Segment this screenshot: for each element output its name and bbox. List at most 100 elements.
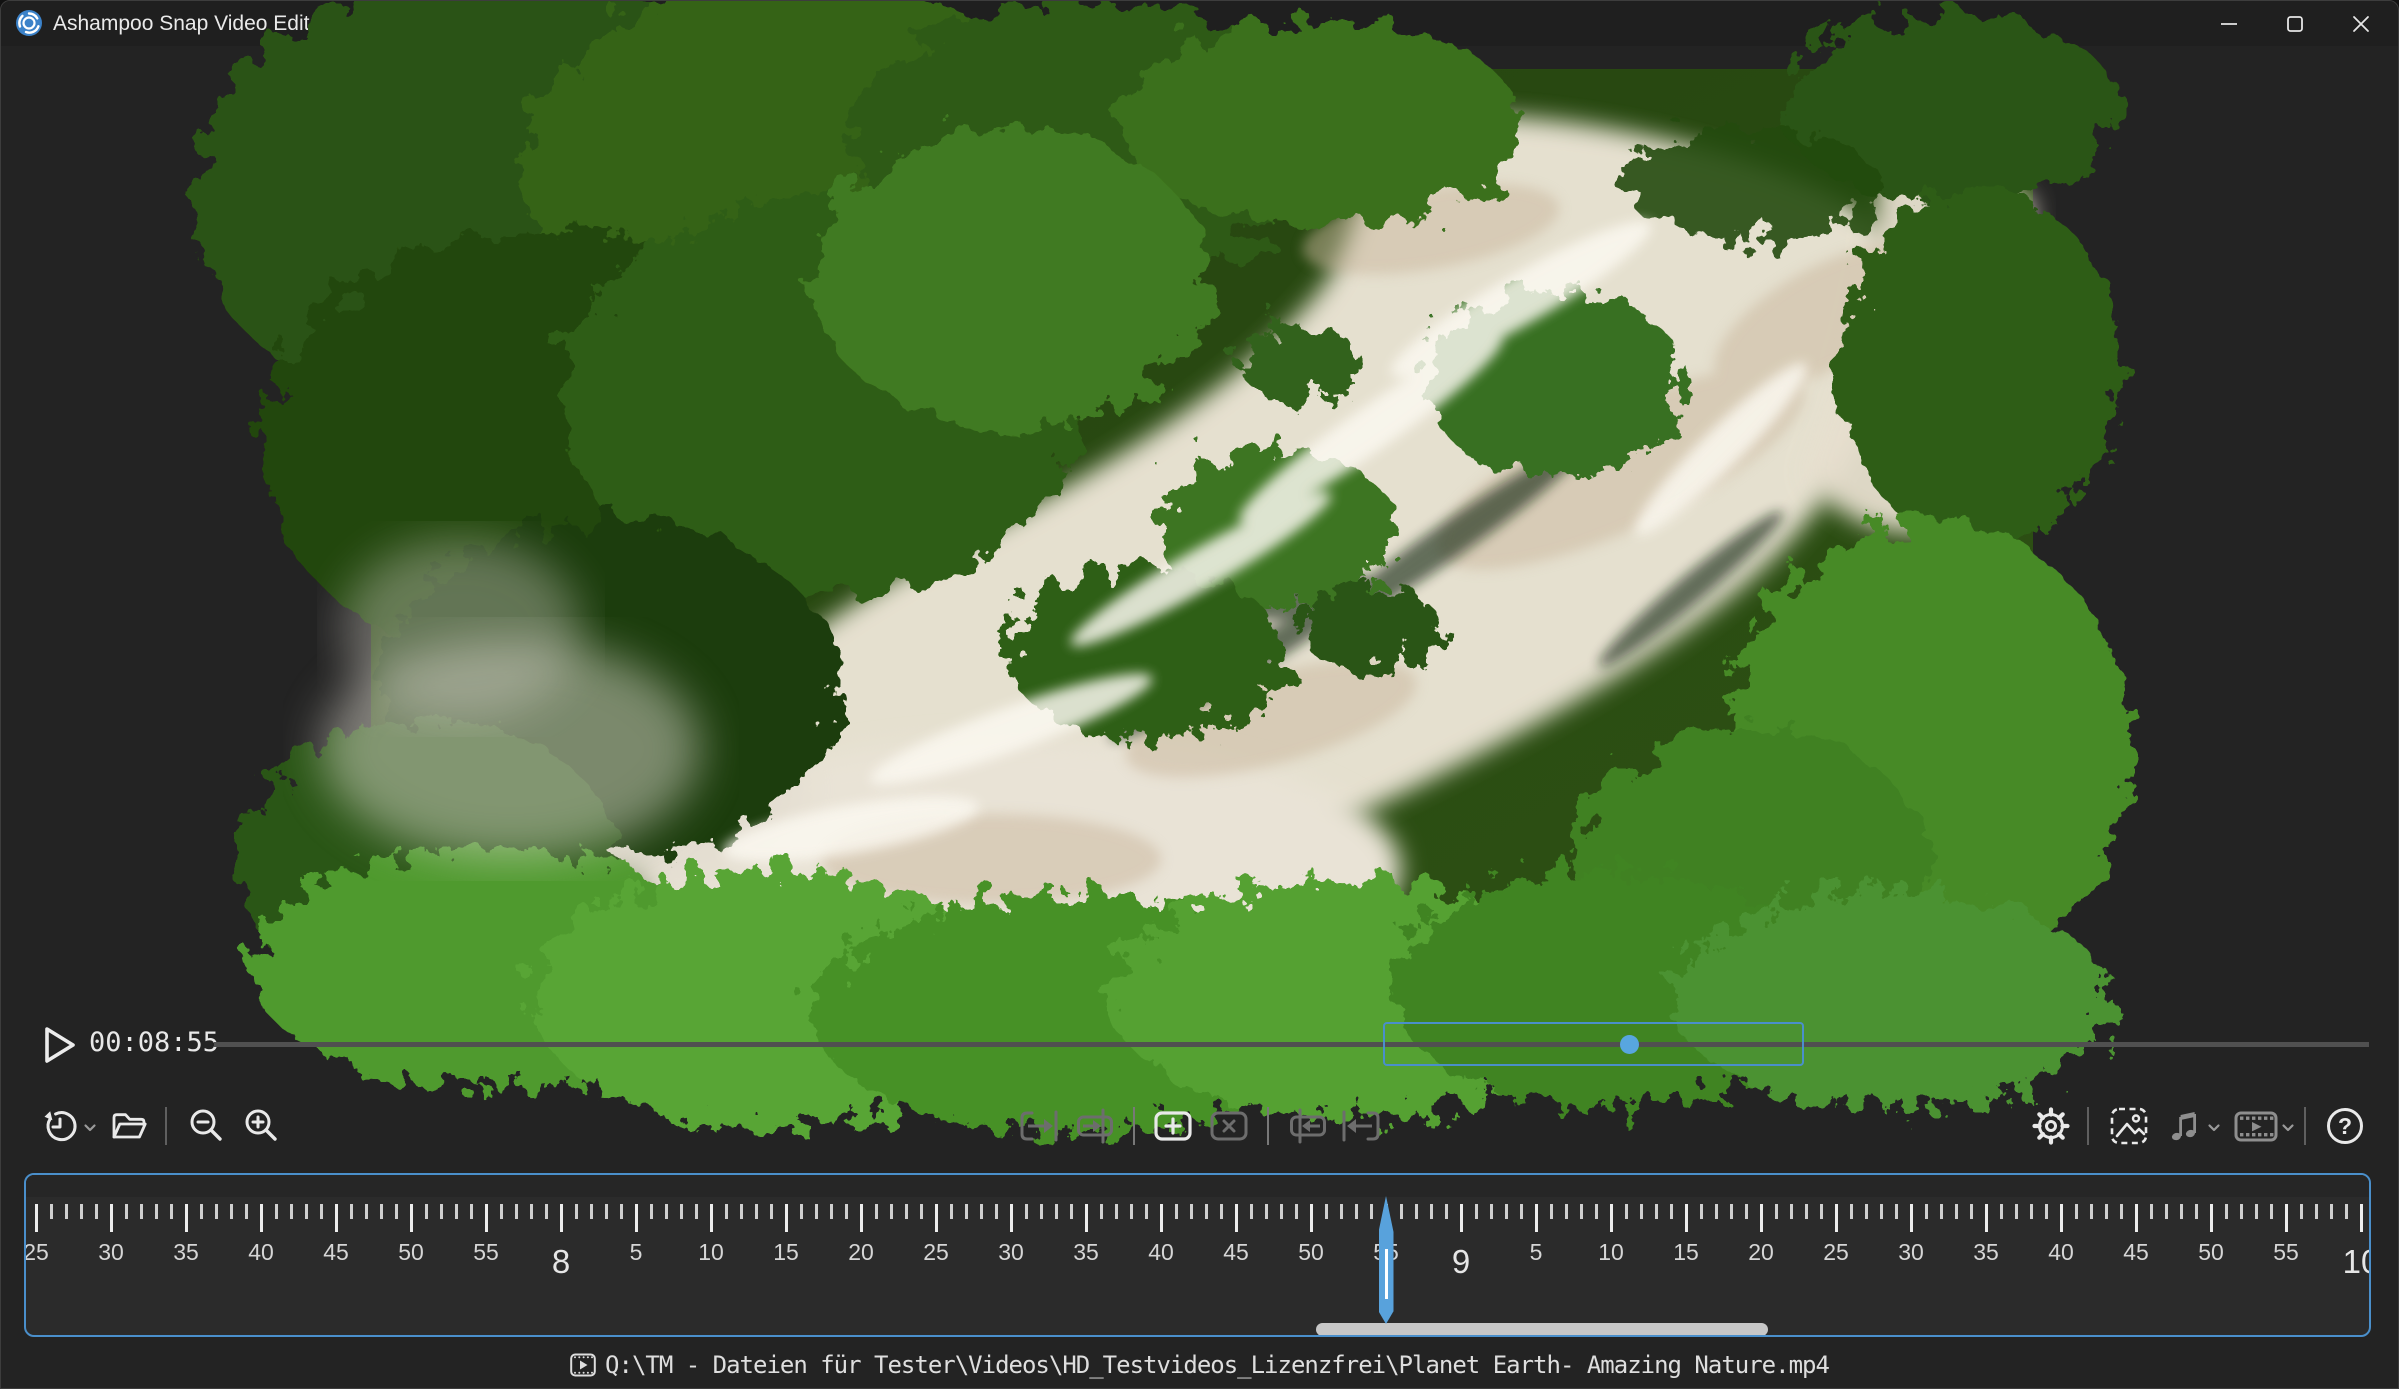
add-audio-button[interactable] bbox=[2157, 1102, 2229, 1150]
ruler-second-label: 40 bbox=[248, 1239, 274, 1266]
ruler-minute-label: 10 bbox=[2343, 1243, 2371, 1281]
ruler-tick bbox=[440, 1204, 443, 1219]
ruler-tick bbox=[1685, 1204, 1688, 1232]
ruler-tick bbox=[920, 1204, 923, 1219]
ruler-tick bbox=[890, 1204, 893, 1219]
seek-thumb[interactable] bbox=[1620, 1035, 1639, 1054]
ruler-tick bbox=[1535, 1204, 1538, 1232]
close-button[interactable] bbox=[2328, 1, 2394, 46]
ruler-tick bbox=[260, 1204, 263, 1232]
split-right-button[interactable] bbox=[1278, 1102, 1334, 1150]
ruler-tick bbox=[2150, 1204, 2153, 1219]
ruler-tick bbox=[200, 1204, 203, 1219]
ruler-tick bbox=[1640, 1204, 1643, 1219]
ruler-tick bbox=[575, 1204, 578, 1219]
folder-open-icon bbox=[108, 1105, 150, 1147]
ruler-second-label: 25 bbox=[1823, 1239, 1849, 1266]
seek-bar[interactable] bbox=[214, 1042, 2369, 1047]
ruler-tick bbox=[1130, 1204, 1133, 1219]
ruler-tick bbox=[425, 1204, 428, 1219]
file-path: Q:\TM - Dateien für Tester\Videos\HD_Tes… bbox=[605, 1351, 1829, 1379]
zoom-in-button[interactable] bbox=[237, 1102, 285, 1150]
ruler-tick bbox=[65, 1204, 68, 1219]
ruler-tick bbox=[1835, 1204, 1838, 1232]
chevron-down-icon bbox=[83, 1121, 97, 1135]
snap-start-button[interactable] bbox=[1011, 1102, 1067, 1150]
add-video-button[interactable] bbox=[2226, 1102, 2302, 1150]
ruler-tick bbox=[605, 1204, 608, 1219]
split-right-icon bbox=[1283, 1104, 1329, 1148]
ruler-tick bbox=[2330, 1204, 2333, 1219]
ruler-tick bbox=[2105, 1204, 2108, 1219]
ruler-second-label: 10 bbox=[698, 1239, 724, 1266]
ruler-tick bbox=[290, 1204, 293, 1219]
ruler-tick bbox=[2165, 1204, 2168, 1219]
split-left-button[interactable] bbox=[1069, 1102, 1125, 1150]
ruler-tick bbox=[785, 1204, 788, 1232]
ruler-second-label: 25 bbox=[923, 1239, 949, 1266]
ruler-tick bbox=[2210, 1204, 2213, 1232]
ruler-tick bbox=[740, 1204, 743, 1219]
film-video-icon bbox=[2233, 1106, 2279, 1146]
ruler-tick bbox=[395, 1204, 398, 1219]
ruler-tick bbox=[2315, 1204, 2318, 1219]
ruler-tick bbox=[380, 1204, 383, 1219]
ruler-tick bbox=[1670, 1204, 1673, 1219]
ruler-second-label: 40 bbox=[2048, 1239, 2074, 1266]
ruler-tick bbox=[1190, 1204, 1193, 1219]
settings-button[interactable] bbox=[2027, 1102, 2075, 1150]
snap-end-button[interactable] bbox=[1333, 1102, 1389, 1150]
ruler-tick bbox=[590, 1204, 593, 1219]
add-segment-button[interactable] bbox=[1145, 1102, 1201, 1150]
ruler-tick bbox=[1475, 1204, 1478, 1219]
ruler-tick bbox=[1355, 1204, 1358, 1219]
ruler-second-label: 10 bbox=[1598, 1239, 1624, 1266]
chevron-down-icon bbox=[2207, 1121, 2221, 1135]
ruler-tick bbox=[1970, 1204, 1973, 1219]
video-preview bbox=[371, 69, 2033, 1005]
ruler-tick bbox=[1850, 1204, 1853, 1219]
snapshot-button[interactable] bbox=[2105, 1102, 2153, 1150]
ruler-tick bbox=[560, 1204, 563, 1232]
seek-range-box[interactable] bbox=[1383, 1022, 1804, 1066]
toolbar-divider bbox=[1133, 1107, 1135, 1145]
ruler-minute-label: 8 bbox=[552, 1243, 570, 1281]
toolbar-divider bbox=[1267, 1107, 1269, 1145]
snap-video-editor-window: Ashampoo Snap Video Editor bbox=[0, 0, 2399, 1389]
maximize-button[interactable] bbox=[2262, 1, 2328, 46]
ruler-tick bbox=[770, 1204, 773, 1219]
statusbar: Q:\TM - Dateien für Tester\Videos\HD_Tes… bbox=[1, 1345, 2398, 1385]
minimize-button[interactable] bbox=[2196, 1, 2262, 46]
ruler-tick bbox=[2255, 1204, 2258, 1219]
ruler-minute-label: 9 bbox=[1452, 1243, 1470, 1281]
ruler-second-label: 5 bbox=[630, 1239, 643, 1266]
ruler-tick bbox=[170, 1204, 173, 1219]
play-button[interactable] bbox=[35, 1022, 81, 1068]
ruler-tick bbox=[1505, 1204, 1508, 1219]
timeline-panel[interactable]: 2530354045505585101520253035404550559510… bbox=[24, 1173, 2371, 1337]
remove-segment-button[interactable] bbox=[1201, 1102, 1257, 1150]
ruler-tick bbox=[1955, 1204, 1958, 1219]
ruler-second-label: 45 bbox=[323, 1239, 349, 1266]
history-button[interactable] bbox=[33, 1102, 103, 1150]
ruler-tick bbox=[1610, 1204, 1613, 1232]
ruler-tick bbox=[1460, 1204, 1463, 1232]
current-time-display: 00:08:55 bbox=[89, 1027, 219, 1058]
zoom-out-button[interactable] bbox=[182, 1102, 230, 1150]
ruler-tick bbox=[1655, 1204, 1658, 1219]
ruler-tick bbox=[515, 1204, 518, 1219]
ruler-second-label: 15 bbox=[1673, 1239, 1699, 1266]
ruler-tick bbox=[1805, 1204, 1808, 1219]
ruler-tick bbox=[2195, 1204, 2198, 1219]
help-button[interactable]: ? bbox=[2321, 1102, 2369, 1150]
ruler-tick bbox=[1715, 1204, 1718, 1219]
open-file-button[interactable] bbox=[105, 1102, 153, 1150]
ruler-tick bbox=[2360, 1204, 2363, 1232]
ruler-tick bbox=[1340, 1204, 1343, 1219]
ruler-tick bbox=[530, 1204, 533, 1219]
ruler[interactable]: 2530354045505585101520253035404550559510… bbox=[26, 1175, 2369, 1335]
ruler-tick bbox=[455, 1204, 458, 1219]
ruler-tick bbox=[50, 1204, 53, 1219]
ruler-second-label: 5 bbox=[1530, 1239, 1543, 1266]
timeline-scrollbar[interactable] bbox=[1316, 1323, 1768, 1336]
